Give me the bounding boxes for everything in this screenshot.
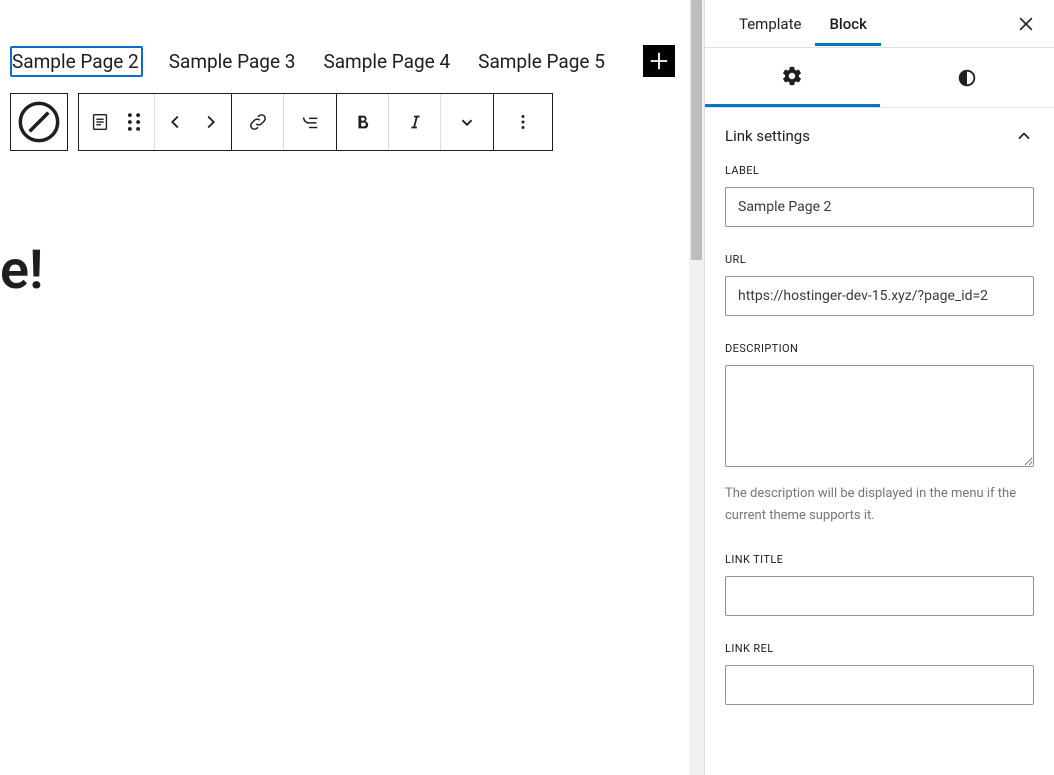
subtab-settings[interactable] xyxy=(705,48,880,107)
editor-canvas: Sample Page 2 Sample Page 3 Sample Page … xyxy=(0,0,704,775)
chevron-right-icon xyxy=(199,111,221,133)
panel-body: LABEL URL DESCRIPTION The description wi… xyxy=(705,164,1054,705)
navigation-menu: Sample Page 2 Sample Page 3 Sample Page … xyxy=(0,0,704,77)
panel-toggle[interactable]: Link settings xyxy=(705,108,1054,164)
close-sidebar-button[interactable] xyxy=(1010,8,1042,40)
field-label: LABEL xyxy=(725,164,1034,227)
chevron-up-icon xyxy=(1014,126,1034,146)
panel-title: Link settings xyxy=(725,127,810,145)
drag-handle-icon xyxy=(123,111,145,133)
link-icon xyxy=(247,111,269,133)
more-options-button[interactable] xyxy=(494,94,552,150)
block-type-button[interactable] xyxy=(79,94,155,150)
editor-scrollbar[interactable] xyxy=(689,0,704,775)
submenu-icon xyxy=(299,111,321,133)
field-link-rel: LINK REL xyxy=(725,642,1034,705)
toolbar-group-transform xyxy=(78,93,232,151)
settings-sidebar: Template Block Link settings LABEL URL xyxy=(704,0,1054,775)
field-url: URL xyxy=(725,253,1034,316)
field-link-title: LINK TITLE xyxy=(725,553,1034,616)
nav-item-sample-page-4[interactable]: Sample Page 4 xyxy=(321,46,464,77)
link-title-input[interactable] xyxy=(725,576,1034,616)
description-help: The description will be displayed in the… xyxy=(725,483,1034,527)
toolbar-group-format xyxy=(337,93,494,151)
url-input[interactable] xyxy=(725,276,1034,316)
more-formatting-button[interactable] xyxy=(441,94,493,150)
field-description: DESCRIPTION The description will be disp… xyxy=(725,342,1034,527)
bold-button[interactable] xyxy=(337,94,389,150)
url-caption: URL xyxy=(725,253,1034,266)
page-heading-fragment: e! xyxy=(0,239,704,302)
contrast-icon xyxy=(956,67,978,89)
bold-icon xyxy=(352,111,374,133)
parent-block-button[interactable] xyxy=(10,93,68,151)
compass-icon xyxy=(11,94,67,150)
block-toolbar xyxy=(10,93,704,151)
link-rel-caption: LINK REL xyxy=(725,642,1034,655)
plus-icon xyxy=(648,50,670,72)
link-settings-panel: Link settings LABEL URL DESCRIPTION The … xyxy=(705,108,1054,731)
toolbar-group-more xyxy=(494,93,553,151)
description-caption: DESCRIPTION xyxy=(725,342,1034,355)
close-icon xyxy=(1016,14,1036,34)
sidebar-subtabs xyxy=(705,48,1054,108)
link-button[interactable] xyxy=(232,94,284,150)
sidebar-tabs: Template Block xyxy=(705,0,1054,48)
nav-item-sample-page-5[interactable]: Sample Page 5 xyxy=(476,46,619,77)
tab-template[interactable]: Template xyxy=(725,2,815,46)
kebab-icon xyxy=(512,111,534,133)
label-input[interactable] xyxy=(725,187,1034,227)
subtab-styles[interactable] xyxy=(880,48,1054,107)
page-list-icon xyxy=(89,111,111,133)
scrollbar-thumb[interactable] xyxy=(691,0,702,260)
label-caption: LABEL xyxy=(725,164,1034,177)
italic-button[interactable] xyxy=(389,94,441,150)
move-buttons[interactable] xyxy=(155,94,231,150)
italic-icon xyxy=(404,111,426,133)
nav-item-sample-page-3[interactable]: Sample Page 3 xyxy=(167,46,310,77)
gear-icon xyxy=(781,65,803,87)
link-title-caption: LINK TITLE xyxy=(725,553,1034,566)
nav-item-sample-page-2[interactable]: Sample Page 2 xyxy=(10,46,143,77)
link-rel-input[interactable] xyxy=(725,665,1034,705)
chevron-down-icon xyxy=(456,111,478,133)
toolbar-group-link xyxy=(232,93,337,151)
tab-block[interactable]: Block xyxy=(815,2,880,46)
description-textarea[interactable] xyxy=(725,365,1034,467)
add-nav-item-button[interactable] xyxy=(643,45,675,77)
submenu-button[interactable] xyxy=(284,94,336,150)
chevron-left-icon xyxy=(165,111,187,133)
